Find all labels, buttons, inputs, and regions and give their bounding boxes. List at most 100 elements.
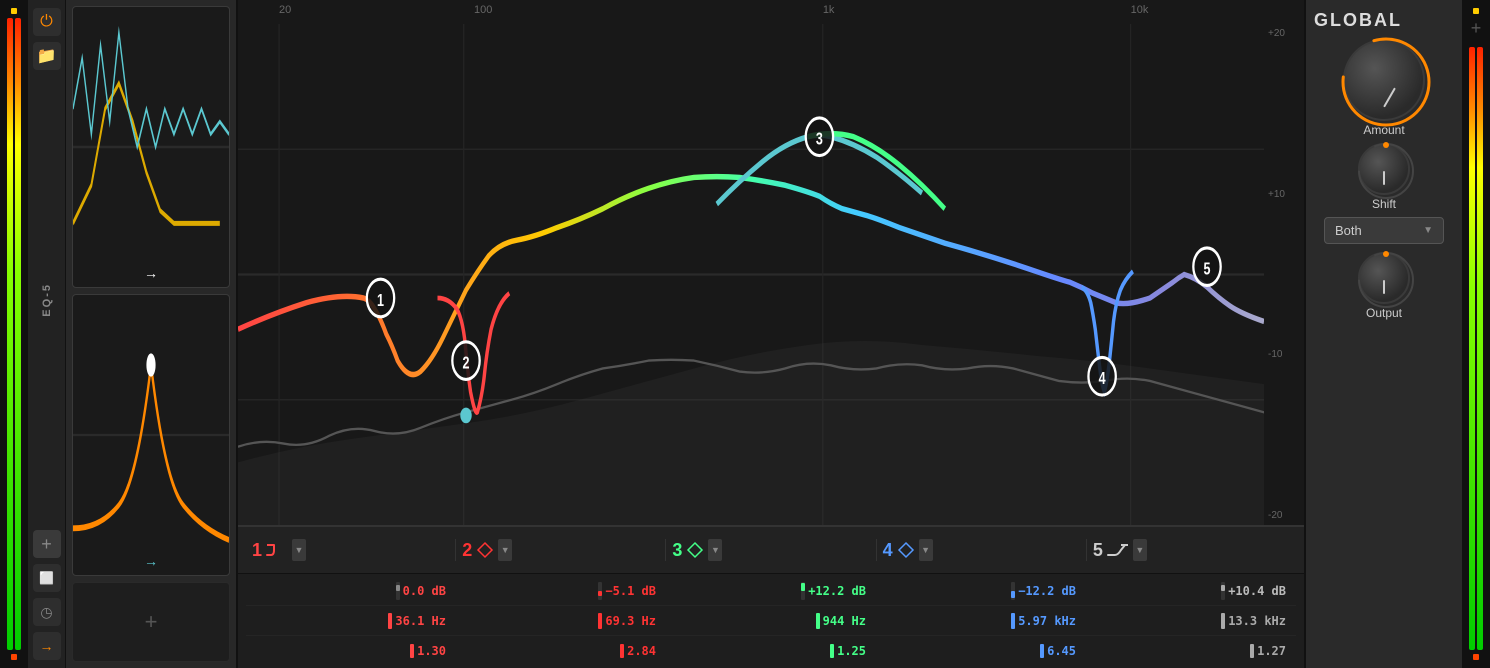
band2-freq-indicator (598, 613, 602, 629)
both-dropdown[interactable]: Both ▼ (1324, 217, 1444, 244)
left-meter-top-indicator (11, 8, 17, 14)
band2-q-indicator (620, 644, 624, 658)
band2-dropdown[interactable]: ▼ (498, 539, 512, 561)
right-meter-bar-r (1477, 47, 1483, 650)
band4-q-cell[interactable]: 6.45 (876, 644, 1086, 658)
band1-number[interactable]: 1 (252, 540, 262, 561)
band5-number[interactable]: 5 (1093, 540, 1103, 561)
band4-dropdown[interactable]: ▼ (919, 539, 933, 561)
svg-text:2: 2 (463, 354, 470, 373)
band4-q-indicator (1040, 644, 1044, 658)
band4-gain: −12.2 dB (1018, 584, 1076, 598)
band1-freq-cell[interactable]: 36.1 Hz (246, 613, 456, 629)
band3-q-indicator (830, 644, 834, 658)
svg-text:1: 1 (377, 291, 384, 310)
left-meter-bottom-indicator (11, 654, 17, 660)
band5-shape-icon[interactable] (1107, 541, 1129, 559)
band3-q-cell[interactable]: 1.25 (666, 644, 876, 658)
band2-number[interactable]: 2 (462, 540, 472, 561)
band4-gain-cell[interactable]: −12.2 dB (876, 582, 1086, 600)
svg-text:5: 5 (1204, 260, 1211, 279)
eq-display[interactable]: 20 100 1k 10k +20 +10 -10 -20 (238, 0, 1304, 526)
plugin-label: EQ-5 (41, 283, 53, 317)
svg-text:3: 3 (816, 130, 823, 149)
band1-q-indicator (410, 644, 414, 658)
clock-button[interactable]: ◷ (33, 598, 61, 626)
band5-gain: +10.4 dB (1228, 584, 1286, 598)
eq-curve-svg: 1 2 3 4 5 (238, 24, 1264, 525)
band3-number[interactable]: 3 (672, 540, 682, 561)
amount-knob[interactable] (1343, 39, 1425, 121)
band4-shape-icon[interactable] (897, 541, 915, 559)
band1-gain-cell[interactable]: 0.0 dB (246, 582, 456, 600)
band5-freq: 13.3 kHz (1228, 614, 1286, 628)
band1-q-cell[interactable]: 1.30 (246, 644, 456, 658)
band5-q-indicator (1250, 644, 1254, 658)
band3-dropdown[interactable]: ▼ (708, 539, 722, 561)
db-minus10: -20 (1268, 510, 1300, 521)
route-button[interactable]: → (33, 632, 61, 660)
band2-freq-cell[interactable]: 69.3 Hz (456, 613, 666, 629)
gain-row: 0.0 dB −5.1 dB +12.2 dB −12.2 dB (246, 576, 1296, 606)
band5-freq-cell[interactable]: 13.3 kHz (1086, 613, 1296, 629)
band1-dropdown[interactable]: ▼ (292, 539, 306, 561)
screen-button[interactable]: ⬜ (33, 564, 61, 592)
add-panel-button[interactable]: + (145, 609, 158, 635)
band3-shape-icon[interactable] (686, 541, 704, 559)
band1-section: 1 ▼ (246, 539, 456, 561)
right-meter-bar-l (1469, 47, 1475, 650)
band1-q: 1.30 (417, 644, 446, 658)
output-knob-indicator (1383, 280, 1385, 294)
curve-panel-arrow[interactable]: → (144, 553, 158, 569)
left-panels-column: → → + (66, 0, 236, 668)
shift-knob[interactable] (1358, 143, 1410, 195)
band2-shape-icon[interactable] (476, 541, 494, 559)
output-ring-svg (1355, 249, 1417, 311)
band1-gain: 0.0 dB (403, 584, 446, 598)
band4-freq-cell[interactable]: 5.97 kHz (876, 613, 1086, 629)
value-rows: 0.0 dB −5.1 dB +12.2 dB −12.2 dB (238, 574, 1304, 668)
output-knob[interactable] (1358, 252, 1410, 304)
band2-q-cell[interactable]: 2.84 (456, 644, 666, 658)
band4-q: 6.45 (1047, 644, 1076, 658)
band5-q: 1.27 (1257, 644, 1286, 658)
band2-gain-cell[interactable]: −5.1 dB (456, 582, 666, 600)
band3-freq-indicator (816, 613, 820, 629)
band4-number[interactable]: 4 (883, 540, 893, 561)
folder-button[interactable]: 📁 (33, 42, 61, 70)
band2-gain-bar (598, 582, 602, 600)
curve-svg (73, 295, 229, 575)
q-row: 1.30 2.84 1.25 6.45 1.27 (246, 636, 1296, 666)
db-plus20: +20 (1268, 28, 1300, 39)
band1-gain-bar (396, 582, 400, 600)
freq-label-1k: 1k (823, 4, 835, 16)
both-dropdown-arrow: ▼ (1423, 225, 1433, 236)
svg-text:4: 4 (1099, 369, 1106, 388)
third-panel-area: + (72, 582, 230, 662)
band2-q: 2.84 (627, 644, 656, 658)
band5-dropdown[interactable]: ▼ (1133, 539, 1147, 561)
right-add-button[interactable]: + (1471, 18, 1482, 39)
main-eq-area: 20 100 1k 10k +20 +10 -10 -20 (238, 0, 1304, 668)
amount-knob-container: Amount (1343, 39, 1425, 137)
amount-ring-svg (1339, 35, 1433, 129)
band3-freq: 944 Hz (823, 614, 866, 628)
freq-row: 36.1 Hz 69.3 Hz 944 Hz 5.97 kHz 13.3 kHz (246, 606, 1296, 636)
band3-gain-bar (801, 582, 805, 600)
band3-gain-cell[interactable]: +12.2 dB (666, 582, 876, 600)
band5-q-cell[interactable]: 1.27 (1086, 644, 1296, 658)
band1-shape-icon[interactable] (266, 541, 288, 559)
global-panel: GLOBAL Amount Shift Both ▼ (1304, 0, 1462, 668)
power-button[interactable]: ⏻ (33, 8, 61, 36)
band3-gain: +12.2 dB (808, 584, 866, 598)
band2-freq: 69.3 Hz (605, 614, 656, 628)
band3-section: 3 ▼ (666, 539, 876, 561)
waveform-panel-arrow[interactable]: → (144, 265, 158, 281)
freq-label-20: 20 (279, 4, 291, 16)
mini-curve-panel: → (72, 294, 230, 576)
band3-freq-cell[interactable]: 944 Hz (666, 613, 876, 629)
band5-gain-cell[interactable]: +10.4 dB (1086, 582, 1296, 600)
add-band-button[interactable]: + (33, 530, 61, 558)
band2-section: 2 ▼ (456, 539, 666, 561)
waveform-svg (73, 7, 229, 287)
